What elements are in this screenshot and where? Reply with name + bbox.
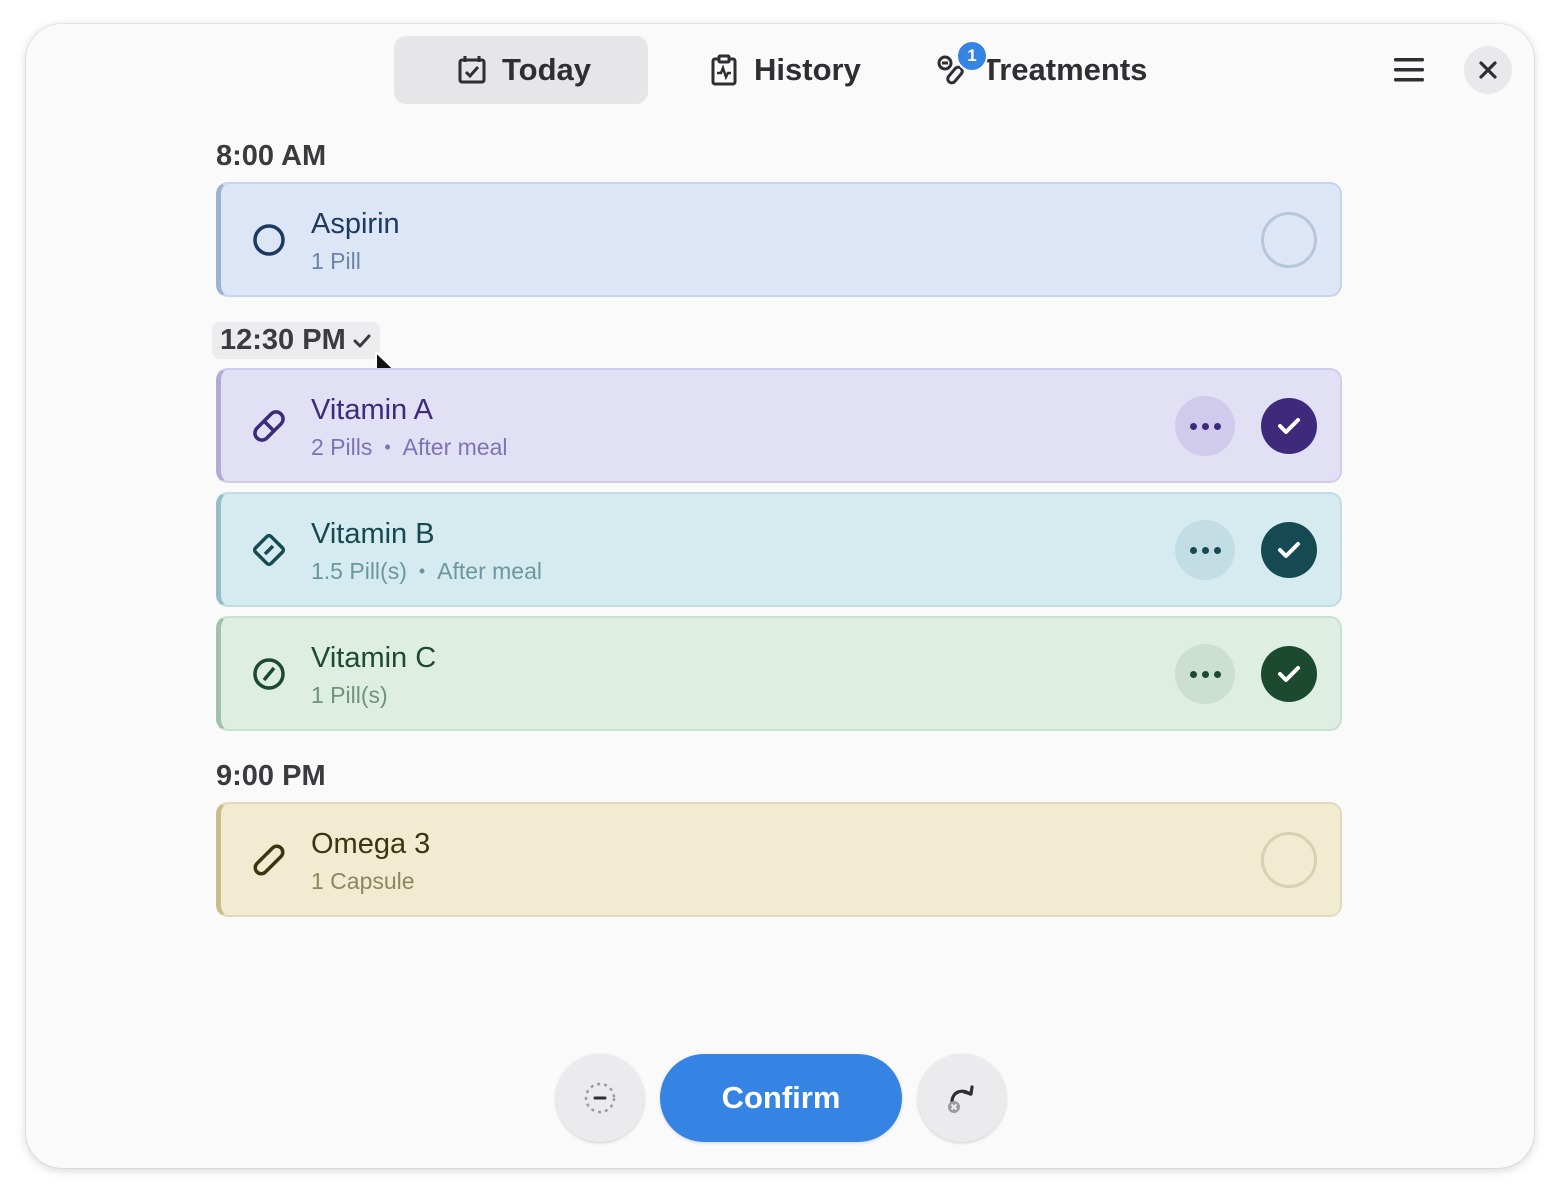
medication-card-vitamin-c[interactable]: Vitamin C 1 Pill(s) xyxy=(216,616,1342,731)
checkmark-icon xyxy=(1278,418,1300,434)
checkmark-icon xyxy=(1278,666,1300,682)
medication-note: After meal xyxy=(402,434,508,460)
round-pill-icon xyxy=(253,658,285,690)
main-menu-button[interactable] xyxy=(1384,50,1434,90)
medication-card-vitamin-b[interactable]: Vitamin B 1.5 Pill(s) • After meal xyxy=(216,492,1342,607)
tab-label: Today xyxy=(502,52,591,87)
medication-card-omega-3[interactable]: Omega 3 1 Capsule xyxy=(216,802,1342,917)
reschedule-icon xyxy=(948,1085,974,1113)
capsule-pill-icon xyxy=(253,410,285,442)
tab-treatments[interactable]: Treatments xyxy=(916,36,1176,104)
medication-dose: 2 Pills xyxy=(311,434,373,460)
treatments-badge: 1 xyxy=(956,40,988,72)
section-time-hovered[interactable]: 12:30 PM xyxy=(212,322,380,359)
medication-details: 1 Pill(s) xyxy=(311,682,388,709)
checkmark-icon xyxy=(353,334,371,347)
taken-checkbox[interactable] xyxy=(1261,646,1317,702)
medication-dose: 1 Pill(s) xyxy=(311,682,388,708)
medication-dose: 1 Capsule xyxy=(311,868,415,894)
medication-card-vitamin-a[interactable]: Vitamin A 2 Pills • After meal xyxy=(216,368,1342,483)
section-time: 12:30 PM xyxy=(220,324,346,356)
medication-details: 1 Capsule xyxy=(311,868,415,895)
more-options-button[interactable] xyxy=(1175,520,1235,580)
taken-checkbox[interactable] xyxy=(1261,522,1317,578)
medication-dose: 1 Pill xyxy=(311,248,361,274)
tab-label: History xyxy=(754,52,861,87)
skip-icon xyxy=(584,1082,616,1114)
medication-details: 1.5 Pill(s) • After meal xyxy=(311,558,542,584)
medication-details: 1 Pill xyxy=(311,248,361,275)
skip-button[interactable] xyxy=(556,1054,644,1142)
more-options-button[interactable] xyxy=(1175,396,1235,456)
capsule-icon xyxy=(253,844,285,876)
checkmark-icon xyxy=(1278,542,1300,558)
medication-name: Vitamin C xyxy=(311,642,437,674)
close-button[interactable] xyxy=(1464,46,1512,94)
taken-checkbox[interactable] xyxy=(1261,398,1317,454)
app-window: Today History Treatments 1 8:00 AM Aspir… xyxy=(26,24,1534,1168)
medication-dose: 1.5 Pill(s) xyxy=(311,558,407,584)
confirm-button[interactable]: Confirm xyxy=(660,1054,902,1142)
medication-note: After meal xyxy=(437,558,542,584)
take-toggle[interactable] xyxy=(1261,832,1317,888)
close-icon xyxy=(1479,61,1497,79)
section-time: 9:00 PM xyxy=(216,760,326,792)
diamond-pill-icon xyxy=(252,533,286,567)
medication-details: 2 Pills • After meal xyxy=(311,434,508,460)
calendar-check-icon xyxy=(458,56,486,84)
take-toggle[interactable] xyxy=(1261,212,1317,268)
tab-today[interactable]: Today xyxy=(394,36,648,104)
medication-name: Vitamin B xyxy=(311,518,435,550)
more-options-button[interactable] xyxy=(1175,644,1235,704)
circle-pill-icon xyxy=(253,224,285,256)
tab-history[interactable]: History xyxy=(688,36,888,104)
medication-name: Aspirin xyxy=(311,208,400,240)
medication-name: Vitamin A xyxy=(311,394,433,426)
clipboard-icon xyxy=(711,54,737,86)
medication-name: Omega 3 xyxy=(311,828,431,860)
tab-label: Treatments xyxy=(982,52,1148,87)
section-time: 8:00 AM xyxy=(216,140,327,172)
medication-card-aspirin[interactable]: Aspirin 1 Pill xyxy=(216,182,1342,297)
hamburger-menu-icon xyxy=(1394,58,1424,82)
reschedule-button[interactable] xyxy=(918,1054,1006,1142)
